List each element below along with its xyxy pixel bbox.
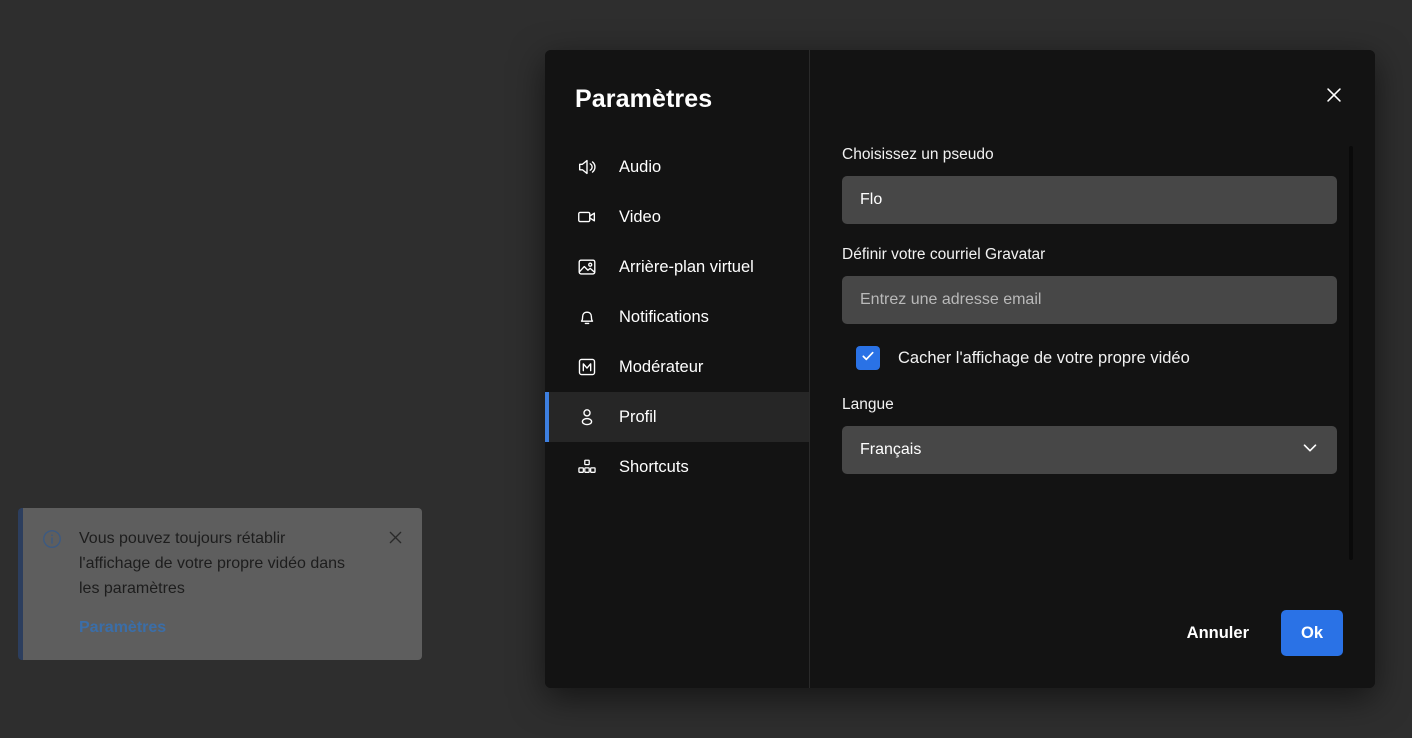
bell-icon (575, 305, 599, 329)
hide-self-view-checkbox[interactable] (856, 346, 880, 370)
language-field-group: Langue Français (842, 396, 1341, 474)
person-icon (575, 405, 599, 429)
sidebar-item-shortcuts[interactable]: Shortcuts (545, 442, 809, 492)
hide-self-view-label: Cacher l'affichage de votre propre vidéo (898, 348, 1190, 367)
sidebar-item-label: Shortcuts (619, 457, 689, 476)
dialog-footer: Annuler Ok (810, 610, 1375, 688)
sidebar-item-audio[interactable]: Audio (545, 142, 809, 192)
settings-content: Choisissez un pseudo Définir votre courr… (810, 50, 1375, 688)
sidebar-item-virtual-background[interactable]: Arrière-plan virtuel (545, 242, 809, 292)
image-icon (575, 255, 599, 279)
nickname-input[interactable] (842, 176, 1337, 224)
gravatar-email-input[interactable] (842, 276, 1337, 324)
toast-body: Vous pouvez toujours rétablir l'affichag… (79, 526, 386, 660)
moderator-m-icon (575, 355, 599, 379)
sidebar-item-label: Arrière-plan virtuel (619, 257, 754, 276)
language-selected-value: Français (860, 441, 922, 458)
language-select-wrapper: Français (842, 426, 1337, 474)
speaker-icon (575, 155, 599, 179)
sidebar-item-video[interactable]: Video (545, 192, 809, 242)
nickname-label: Choisissez un pseudo (842, 146, 994, 163)
profile-settings-panel: Choisissez un pseudo Définir votre courr… (810, 146, 1375, 610)
video-camera-icon (575, 205, 599, 229)
page-title: Paramètres (575, 85, 713, 113)
nickname-field-group: Choisissez un pseudo (842, 146, 1341, 224)
close-dialog-button[interactable] (1315, 78, 1353, 116)
gravatar-label: Définir votre courriel Gravatar (842, 246, 1046, 263)
sidebar-item-label: Notifications (619, 307, 709, 326)
toast-message: Vous pouvez toujours rétablir l'affichag… (79, 530, 346, 597)
cancel-button[interactable]: Annuler (1183, 614, 1253, 653)
info-circle-icon (41, 528, 65, 660)
sidebar-item-label: Video (619, 207, 661, 226)
sidebar-item-moderator[interactable]: Modérateur (545, 342, 809, 392)
sidebar-item-notifications[interactable]: Notifications (545, 292, 809, 342)
sidebar-item-label: Audio (619, 157, 662, 176)
sidebar-item-profil[interactable]: Profil (545, 392, 809, 442)
hide-self-view-row[interactable]: Cacher l'affichage de votre propre vidéo (856, 346, 1341, 370)
ok-button[interactable]: Ok (1281, 610, 1343, 656)
settings-dialog: Paramètres Audio Video Arrière-plan virt… (545, 50, 1375, 688)
content-scrollbar[interactable] (1349, 146, 1353, 560)
language-select[interactable]: Français (842, 426, 1337, 474)
info-toast: Vous pouvez toujours rétablir l'affichag… (18, 508, 422, 660)
toast-settings-link[interactable]: Paramètres (79, 619, 166, 637)
toast-close-button[interactable] (386, 528, 406, 660)
settings-nav: Audio Video Arrière-plan virtuel Notific… (545, 142, 809, 492)
content-header (810, 50, 1375, 146)
check-icon (860, 348, 876, 369)
gravatar-field-group: Définir votre courriel Gravatar (842, 246, 1341, 324)
sidebar-item-label: Profil (619, 407, 657, 426)
app-backdrop: Paramètres Audio Video Arrière-plan virt… (0, 0, 1412, 738)
settings-sidebar: Paramètres Audio Video Arrière-plan virt… (545, 50, 810, 688)
close-icon (1323, 84, 1345, 111)
sidebar-item-label: Modérateur (619, 357, 704, 376)
shortcuts-grid-icon (575, 455, 599, 479)
language-label: Langue (842, 396, 894, 413)
